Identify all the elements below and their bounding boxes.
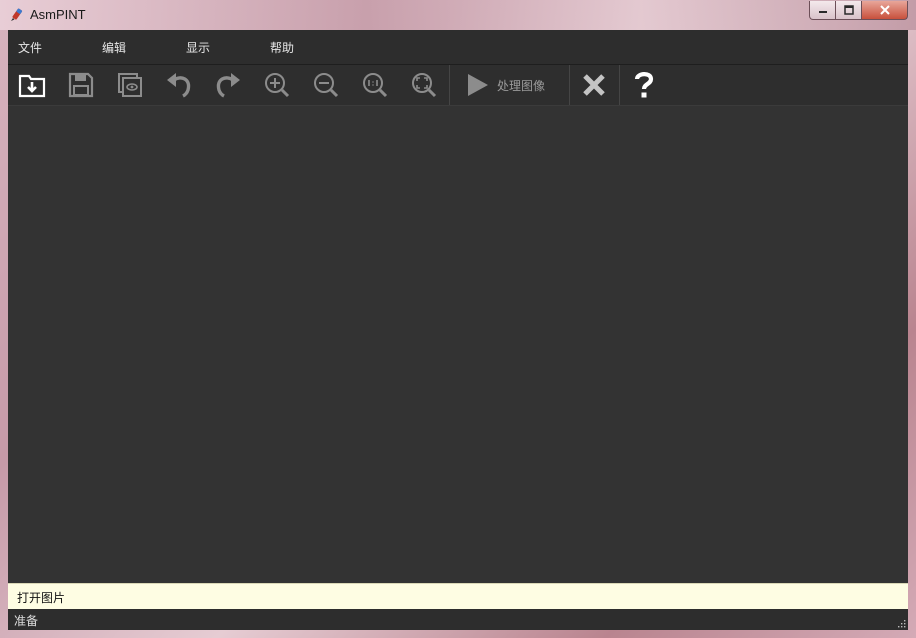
- close-x-icon: [583, 74, 605, 96]
- process-image-button[interactable]: [459, 67, 495, 103]
- menu-file[interactable]: 文件: [18, 39, 42, 56]
- status-text: 准备: [14, 614, 39, 628]
- minimize-icon: [818, 11, 827, 13]
- toolbar-separator: [449, 65, 450, 105]
- zoom-in-icon: [265, 73, 290, 98]
- app-window: AsmPINT 文件 编辑 显示 帮助 处理图像 打开图片 准备: [0, 0, 916, 638]
- status-bar: 准备: [8, 609, 908, 630]
- undo-icon: [167, 73, 191, 98]
- preview-button[interactable]: [112, 67, 148, 103]
- toolbar-separator: [619, 65, 620, 105]
- maximize-icon: [843, 5, 854, 15]
- undo-button[interactable]: [161, 67, 197, 103]
- window-title: AsmPINT: [30, 7, 86, 22]
- cancel-button[interactable]: [576, 67, 612, 103]
- minimize-button[interactable]: [809, 1, 836, 20]
- window-controls: [809, 1, 908, 20]
- fit-window-icon: [412, 73, 437, 98]
- title-bar[interactable]: AsmPINT: [0, 0, 916, 30]
- actual-size-button[interactable]: [357, 67, 393, 103]
- menu-edit[interactable]: 编辑: [102, 39, 126, 56]
- open-folder-icon: [18, 74, 46, 98]
- menu-help[interactable]: 帮助: [270, 39, 294, 56]
- actual-size-icon: [363, 73, 388, 98]
- zoom-in-button[interactable]: [259, 67, 295, 103]
- redo-button[interactable]: [210, 67, 246, 103]
- zoom-out-icon: [314, 73, 339, 98]
- process-image-label[interactable]: 处理图像: [497, 77, 545, 94]
- maximize-button[interactable]: [836, 1, 862, 20]
- help-button[interactable]: [626, 67, 662, 103]
- close-button[interactable]: [862, 1, 908, 20]
- preview-icon: [118, 73, 142, 97]
- help-icon: [634, 72, 654, 98]
- zoom-out-button[interactable]: [308, 67, 344, 103]
- redo-icon: [216, 73, 240, 98]
- close-icon: [879, 5, 890, 15]
- resize-grip-icon[interactable]: [897, 619, 906, 628]
- play-icon: [468, 74, 488, 96]
- image-canvas[interactable]: [8, 106, 908, 583]
- toolbar: 处理图像: [8, 65, 908, 106]
- menu-view[interactable]: 显示: [186, 39, 210, 56]
- hint-text: 打开图片: [17, 591, 66, 605]
- fit-window-button[interactable]: [406, 67, 442, 103]
- client-area: 文件 编辑 显示 帮助 处理图像 打开图片 准备: [8, 30, 908, 630]
- app-logo-icon: [8, 7, 24, 23]
- save-icon: [68, 72, 94, 98]
- toolbar-separator: [569, 65, 570, 105]
- save-button[interactable]: [63, 67, 99, 103]
- hint-bar: 打开图片: [8, 583, 908, 609]
- open-button[interactable]: [14, 67, 50, 103]
- menu-bar: 文件 编辑 显示 帮助: [8, 30, 908, 65]
